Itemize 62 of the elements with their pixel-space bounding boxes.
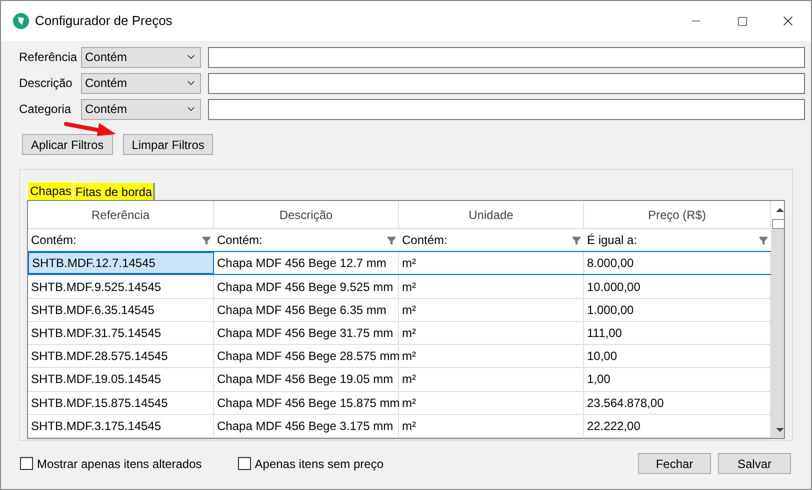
table-cell: Chapa MDF 456 Bege 15.875 mm: [214, 392, 399, 414]
annotation-arrow: [63, 121, 117, 137]
column-header[interactable]: Referência: [28, 201, 214, 228]
table-cell: SHTB.MDF.3.175.14545: [28, 414, 214, 438]
filter-cell[interactable]: É igual a:: [587, 231, 638, 250]
filter-button[interactable]: Limpar Filtros: [122, 134, 214, 155]
filter-label: Referência: [19, 49, 78, 66]
checkbox-label: Apenas itens sem preço: [254, 456, 384, 472]
table-cell: m²: [399, 298, 584, 321]
dialog-button[interactable]: Fechar: [638, 453, 711, 474]
operator-dropdown[interactable]: Contém: [81, 72, 201, 94]
table-cell: m²: [399, 414, 584, 438]
table-cell: Chapa MDF 456 Bege 31.75 mm: [214, 322, 399, 344]
scroll-up-icon[interactable]: [776, 206, 784, 214]
column-header[interactable]: Unidade: [399, 201, 584, 228]
table-cell: Chapa MDF 456 Bege 19.05 mm: [214, 368, 399, 391]
table-cell: SHTB.MDF.31.75.14545: [28, 322, 214, 344]
operator-dropdown[interactable]: Contém: [81, 98, 201, 120]
filter-cell[interactable]: Contém:: [31, 231, 76, 250]
checkbox-label: Mostrar apenas itens alterados: [37, 456, 202, 472]
table-cell: SHTB.MDF.12.7.14545: [28, 252, 214, 274]
table-cell: m²: [399, 368, 584, 391]
window-title: Configurador de Preços: [35, 12, 172, 30]
table-cell: m²: [399, 275, 584, 298]
table-cell: Chapa MDF 456 Bege 3.175 mm: [214, 414, 399, 438]
filter-cell[interactable]: Contém:: [402, 231, 448, 250]
dialog-button[interactable]: Salvar: [718, 453, 791, 474]
scroll-thumb[interactable]: [772, 219, 784, 229]
filter-icon[interactable]: [387, 236, 396, 245]
scrollbar[interactable]: [771, 201, 784, 438]
filter-field[interactable]: [208, 98, 805, 120]
filter-icon[interactable]: [759, 236, 768, 245]
table-cell: SHTB.MDF.15.875.14545: [28, 392, 214, 414]
table-cell: Chapa MDF 456 Bege 12.7 mm: [214, 252, 399, 274]
table-cell: Chapa MDF 456 Bege 6.35 mm: [214, 298, 399, 321]
app-logo-icon: [13, 13, 29, 29]
scroll-down-icon[interactable]: [776, 426, 784, 434]
tab[interactable]: Fitas de borda: [74, 183, 156, 200]
filter-icon[interactable]: [572, 236, 581, 245]
table-cell: Chapa MDF 456 Bege 28.575 mm: [214, 345, 399, 368]
filter-cell[interactable]: Contém:: [217, 231, 262, 250]
checkbox[interactable]: [20, 457, 33, 470]
table-cell: SHTB.MDF.28.575.14545: [28, 345, 214, 368]
tab[interactable]: Chapas: [27, 181, 74, 200]
filter-field[interactable]: [208, 72, 805, 94]
table-cell: m²: [399, 322, 584, 344]
maximize-icon[interactable]: [736, 16, 748, 26]
operator-dropdown[interactable]: Contém: [81, 46, 201, 68]
filter-field[interactable]: [208, 46, 805, 68]
table-cell: SHTB.MDF.19.05.14545: [28, 368, 214, 391]
table-cell: SHTB.MDF.6.35.14545: [28, 298, 214, 321]
filter-button[interactable]: Aplicar Filtros: [22, 134, 113, 155]
filter-label: Descrição: [19, 75, 74, 92]
table-cell: m²: [399, 345, 584, 368]
table-cell: SHTB.MDF.9.525.14545: [28, 275, 214, 298]
filter-label: Categoria: [19, 101, 72, 118]
table-cell: m²: [399, 392, 584, 414]
checkbox[interactable]: [238, 457, 251, 470]
filter-icon[interactable]: [202, 236, 211, 245]
table-cell: Chapa MDF 456 Bege 9.525 mm: [214, 275, 399, 298]
column-header[interactable]: Descrição: [214, 201, 399, 228]
table-cell: m²: [399, 252, 584, 274]
